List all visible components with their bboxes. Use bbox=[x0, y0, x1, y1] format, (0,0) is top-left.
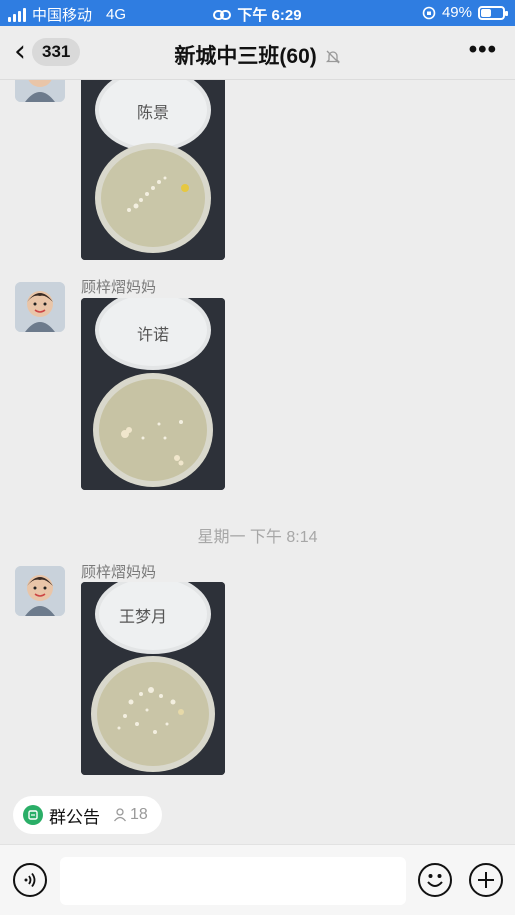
avatar[interactable] bbox=[15, 282, 65, 332]
avatar[interactable] bbox=[15, 566, 65, 616]
emoji-button[interactable] bbox=[418, 863, 452, 897]
battery-percent: 49% bbox=[441, 4, 472, 21]
chat-title: 新城中三班(60) bbox=[174, 45, 317, 68]
message-image[interactable]: 陈景 bbox=[81, 80, 225, 260]
status-time: 下午 6:29 bbox=[237, 7, 302, 24]
message-image[interactable]: 王梦月 bbox=[81, 582, 225, 775]
battery-icon bbox=[478, 5, 508, 20]
message-list[interactable]: 陈景 顾梓熠妈妈 许诺 星期一 下午 8:14 顾梓熠妈妈 王梦月 bbox=[0, 80, 515, 785]
member-count: 18 bbox=[112, 806, 148, 824]
voice-button[interactable] bbox=[13, 863, 47, 897]
status-right: 49% bbox=[422, 4, 508, 21]
battery-fill bbox=[481, 8, 491, 17]
notice-icon bbox=[23, 805, 43, 825]
status-bar: 中国移动 4G 下午 6:29 49% bbox=[0, 0, 515, 26]
plate-label: 陈景 bbox=[137, 103, 169, 122]
message-timestamp: 星期一 下午 8:14 bbox=[197, 529, 318, 546]
person-icon bbox=[113, 808, 127, 822]
member-count-value: 18 bbox=[130, 806, 148, 823]
sender-name: 顾梓熠妈妈 bbox=[81, 279, 157, 296]
plate-label: 王梦月 bbox=[119, 607, 167, 626]
more-icon: ••• bbox=[468, 36, 497, 63]
plus-icon bbox=[478, 872, 494, 888]
plate-label: 许诺 bbox=[137, 325, 169, 344]
input-bar bbox=[0, 844, 515, 915]
chat-title-wrap[interactable]: 新城中三班(60) bbox=[0, 40, 515, 70]
group-notice-bar: 群公告 18 bbox=[0, 786, 515, 844]
voice-icon bbox=[24, 872, 36, 888]
bell-off-icon bbox=[325, 50, 340, 64]
plus-button[interactable] bbox=[469, 863, 503, 897]
notice-label: 群公告 bbox=[49, 807, 100, 827]
chat-header: ‹ 331 新城中三班(60) ••• bbox=[0, 26, 515, 80]
more-button[interactable]: ••• bbox=[469, 36, 497, 64]
message-input[interactable] bbox=[60, 857, 406, 905]
link-icon bbox=[213, 9, 232, 20]
rotation-lock-icon bbox=[422, 6, 436, 19]
avatar[interactable] bbox=[15, 80, 65, 102]
message-image[interactable]: 许诺 bbox=[81, 298, 225, 490]
emoji-icon bbox=[427, 874, 443, 887]
sender-name: 顾梓熠妈妈 bbox=[81, 564, 157, 581]
group-notice-button[interactable]: 群公告 18 bbox=[13, 796, 162, 834]
